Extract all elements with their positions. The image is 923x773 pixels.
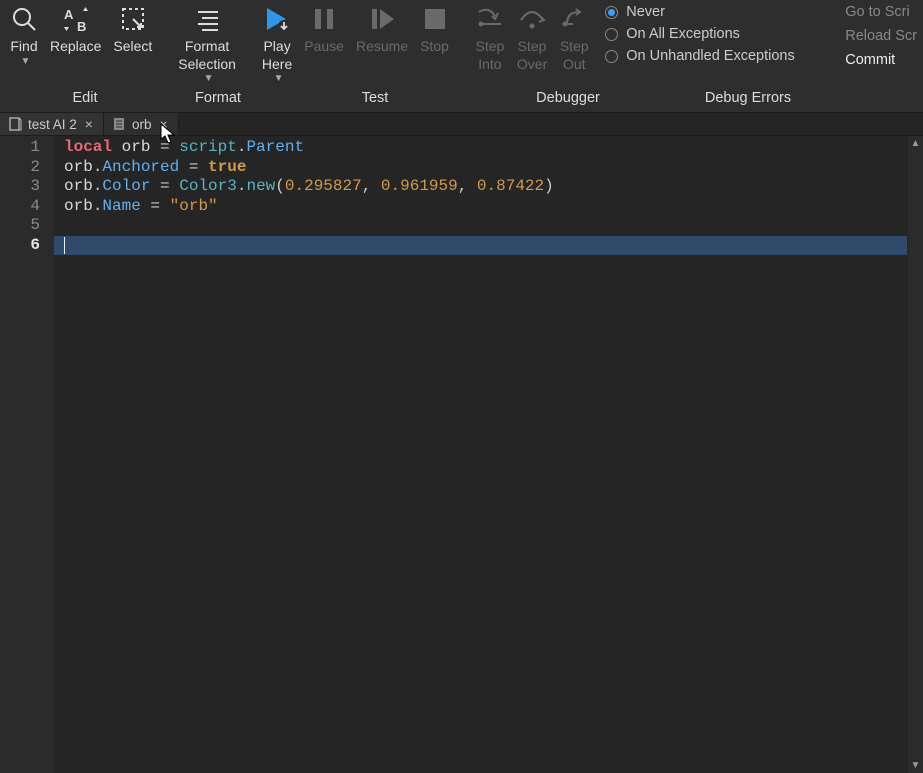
- code-line: orb.Name = "orb": [64, 197, 923, 217]
- radio-icon: [605, 50, 618, 63]
- scroll-down-icon[interactable]: ▼: [908, 758, 923, 773]
- code-editor[interactable]: 1 2 3 4 5 6 local orb = script.Parent or…: [0, 136, 923, 773]
- dropdown-caret-icon: ▼: [274, 73, 284, 86]
- debug-opt-all[interactable]: On All Exceptions: [605, 26, 794, 42]
- line-number: 3: [0, 177, 40, 197]
- commit-button[interactable]: Commit: [845, 52, 917, 68]
- stop-icon: [422, 2, 448, 36]
- tab-orb[interactable]: orb ×: [104, 113, 179, 135]
- close-icon[interactable]: ×: [83, 116, 95, 132]
- dropdown-caret-icon: ▼: [204, 73, 214, 86]
- group-debugger: Debugger: [536, 90, 600, 106]
- group-format: Format: [195, 90, 241, 106]
- step-out-icon: [559, 2, 589, 36]
- step-out-button[interactable]: Step Out: [553, 0, 595, 82]
- replace-icon: A B: [61, 2, 91, 36]
- step-out-label: Step Out: [560, 38, 589, 73]
- pause-button[interactable]: Pause: [298, 0, 350, 82]
- format-icon: [192, 2, 222, 36]
- script-icon: [8, 117, 22, 131]
- line-number: 6: [0, 236, 40, 256]
- select-label: Select: [113, 38, 152, 56]
- step-over-button[interactable]: Step Over: [511, 0, 553, 82]
- group-test: Test: [362, 90, 389, 106]
- step-over-icon: [517, 2, 547, 36]
- find-button[interactable]: Find ▼: [4, 0, 44, 82]
- resume-label: Resume: [356, 38, 408, 56]
- code-area[interactable]: local orb = script.Parent orb.Anchored =…: [54, 136, 923, 773]
- scroll-up-icon[interactable]: ▲: [908, 136, 923, 151]
- vertical-scrollbar[interactable]: ▲ ▼: [908, 136, 923, 773]
- script-icon: [112, 117, 126, 131]
- svg-text:A: A: [64, 7, 74, 22]
- replace-label: Replace: [50, 38, 101, 56]
- search-icon: [10, 2, 38, 36]
- replace-button[interactable]: A B Replace: [44, 0, 107, 82]
- current-line-highlight: [54, 236, 907, 256]
- radio-icon: [605, 28, 618, 41]
- go-to-script-button[interactable]: Go to Scri: [845, 4, 917, 20]
- opt-label: On Unhandled Exceptions: [626, 48, 794, 64]
- line-number: 1: [0, 138, 40, 158]
- group-edit: Edit: [73, 90, 98, 106]
- resume-icon: [368, 2, 396, 36]
- line-gutter: 1 2 3 4 5 6: [0, 136, 54, 773]
- stop-label: Stop: [420, 38, 449, 56]
- opt-label: On All Exceptions: [626, 26, 740, 42]
- debug-opt-unhandled[interactable]: On Unhandled Exceptions: [605, 48, 794, 64]
- debug-errors-options: Never On All Exceptions On Unhandled Exc…: [595, 0, 804, 64]
- code-line: orb.Anchored = true: [64, 158, 923, 178]
- reload-script-button[interactable]: Reload Scr: [845, 28, 917, 44]
- tab-label: test AI 2: [28, 117, 77, 132]
- group-debug-errors: Debug Errors: [705, 90, 791, 106]
- resume-button[interactable]: Resume: [350, 0, 414, 82]
- select-icon: [119, 2, 147, 36]
- ribbon-toolbar: Find ▼ A B Replace Select: [0, 0, 923, 90]
- line-number: 5: [0, 216, 40, 236]
- ribbon-groups: Edit Format Test Debugger Debug Errors: [0, 90, 923, 112]
- radio-icon: [605, 6, 618, 19]
- pause-icon: [311, 2, 337, 36]
- tab-label: orb: [132, 117, 152, 132]
- play-icon: [262, 2, 292, 36]
- tab-test-ai-2[interactable]: test AI 2 ×: [0, 113, 104, 135]
- select-button[interactable]: Select: [107, 0, 158, 82]
- step-into-icon: [475, 2, 505, 36]
- line-number: 4: [0, 197, 40, 217]
- find-label: Find: [10, 38, 37, 56]
- code-line: [64, 216, 923, 236]
- step-into-label: Step Into: [476, 38, 505, 73]
- right-commands: Go to Scri Reload Scr Commit: [845, 0, 923, 68]
- close-icon[interactable]: ×: [157, 116, 169, 132]
- play-here-label: Play Here: [262, 38, 292, 73]
- format-selection-label: Format Selection: [178, 38, 236, 73]
- step-into-button[interactable]: Step Into: [469, 0, 511, 82]
- code-line: local orb = script.Parent: [64, 138, 923, 158]
- svg-text:B: B: [77, 19, 86, 33]
- dropdown-caret-icon: ▼: [21, 56, 31, 69]
- text-caret: [64, 237, 65, 254]
- pause-label: Pause: [304, 38, 344, 56]
- step-over-label: Step Over: [517, 38, 547, 73]
- debug-opt-never[interactable]: Never: [605, 4, 794, 20]
- line-number: 2: [0, 158, 40, 178]
- opt-label: Never: [626, 4, 665, 20]
- code-line: orb.Color = Color3.new(0.295827, 0.96195…: [64, 177, 923, 197]
- format-selection-button[interactable]: Format Selection ▼: [172, 0, 242, 86]
- editor-tabs: test AI 2 × orb ×: [0, 112, 923, 136]
- play-here-button[interactable]: Play Here ▼: [256, 0, 298, 86]
- stop-button[interactable]: Stop: [414, 0, 455, 82]
